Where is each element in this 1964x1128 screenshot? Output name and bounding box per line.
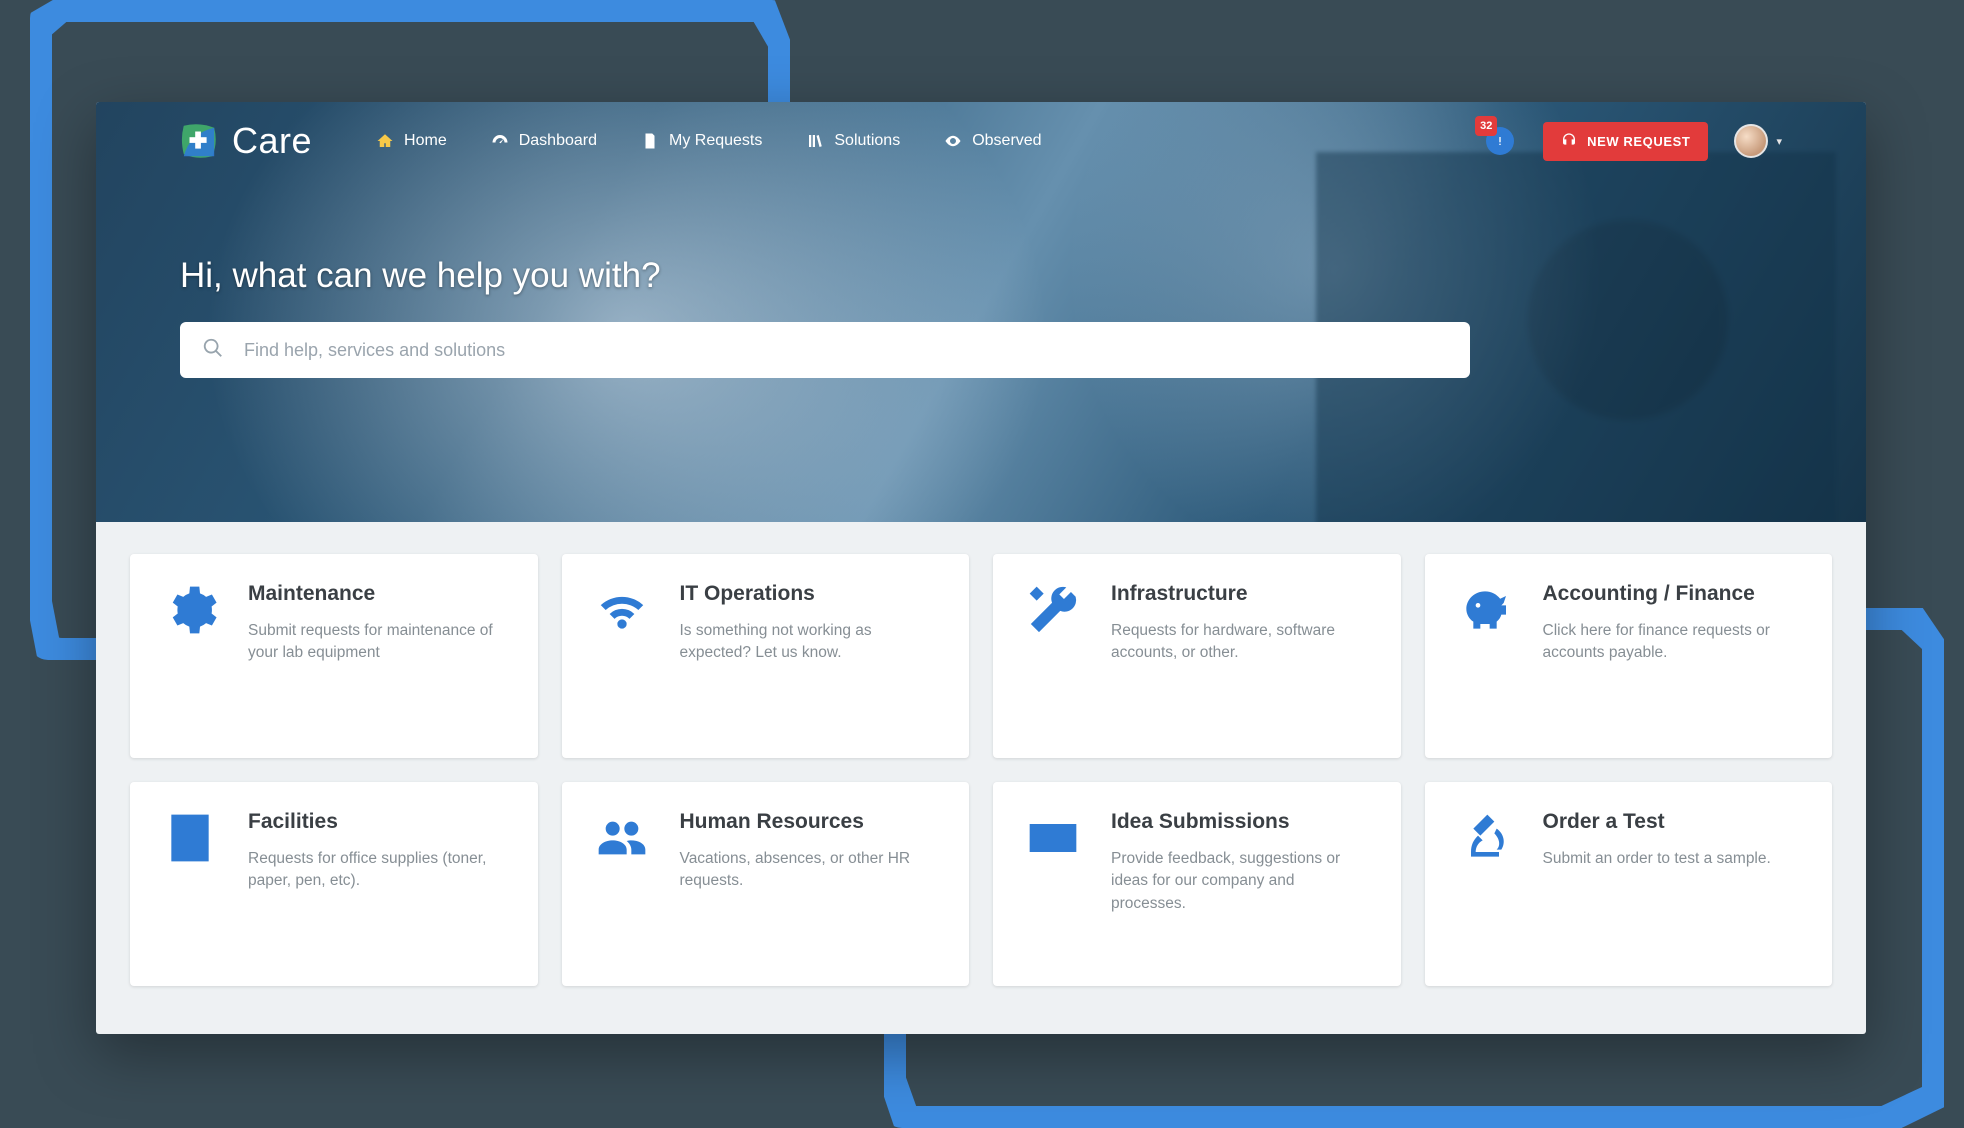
card-it-operations[interactable]: IT Operations Is something not working a… — [562, 554, 970, 758]
card-accounting-finance[interactable]: Accounting / Finance Click here for fina… — [1425, 554, 1833, 758]
library-icon — [806, 132, 824, 150]
building-icon — [158, 810, 222, 870]
brand-logo-icon — [180, 122, 218, 160]
card-title: Infrastructure — [1111, 582, 1373, 606]
notifications-button[interactable]: 32 — [1483, 124, 1517, 158]
top-nav: Care Home Dashboard My Requests — [180, 102, 1782, 180]
wifi-icon — [590, 582, 654, 642]
category-grid: Maintenance Submit requests for maintena… — [96, 522, 1866, 1018]
microscope-icon — [1453, 810, 1517, 870]
brand[interactable]: Care — [180, 120, 312, 162]
card-desc: Submit an order to test a sample. — [1543, 848, 1771, 870]
document-icon — [641, 132, 659, 150]
nav-label: My Requests — [669, 132, 762, 150]
nav-dashboard[interactable]: Dashboard — [491, 132, 597, 150]
gauge-icon — [491, 132, 509, 150]
nav-home[interactable]: Home — [376, 132, 447, 150]
eye-icon — [944, 132, 962, 150]
card-desc: Requests for office supplies (toner, pap… — [248, 848, 510, 893]
tools-icon — [1021, 582, 1085, 642]
card-order-a-test[interactable]: Order a Test Submit an order to test a s… — [1425, 782, 1833, 986]
notifications-badge: 32 — [1475, 116, 1497, 136]
card-title: Facilities — [248, 810, 510, 834]
card-title: Maintenance — [248, 582, 510, 606]
nav-my-requests[interactable]: My Requests — [641, 132, 762, 150]
nav-label: Solutions — [834, 132, 900, 150]
card-desc: Submit requests for maintenance of your … — [248, 620, 510, 665]
users-icon — [590, 810, 654, 870]
app-window: Care Home Dashboard My Requests — [96, 102, 1866, 1034]
new-request-button[interactable]: NEW REQUEST — [1543, 122, 1708, 161]
user-menu[interactable]: ▾ — [1734, 124, 1782, 158]
nav-solutions[interactable]: Solutions — [806, 132, 900, 150]
chevron-down-icon: ▾ — [1776, 135, 1782, 148]
nav-label: Dashboard — [519, 132, 597, 150]
nav-observed[interactable]: Observed — [944, 132, 1041, 150]
card-desc: Vacations, absences, or other HR request… — [680, 848, 942, 893]
card-desc: Provide feedback, suggestions or ideas f… — [1111, 848, 1373, 915]
headset-icon — [1561, 132, 1577, 151]
card-desc: Is something not working as expected? Le… — [680, 620, 942, 665]
hero-title: Hi, what can we help you with? — [180, 256, 1782, 296]
nav-items: Home Dashboard My Requests Solutions — [376, 132, 1042, 150]
nav-label: Home — [404, 132, 447, 150]
home-icon — [376, 132, 394, 150]
search-bar[interactable] — [180, 322, 1470, 378]
keyboard-icon — [1021, 810, 1085, 870]
card-maintenance[interactable]: Maintenance Submit requests for maintena… — [130, 554, 538, 758]
piggy-icon — [1453, 582, 1517, 642]
card-title: Human Resources — [680, 810, 942, 834]
card-human-resources[interactable]: Human Resources Vacations, absences, or … — [562, 782, 970, 986]
card-title: Idea Submissions — [1111, 810, 1373, 834]
card-title: IT Operations — [680, 582, 942, 606]
card-desc: Click here for finance requests or accou… — [1543, 620, 1805, 665]
search-input[interactable] — [242, 339, 1448, 362]
gear-icon — [158, 582, 222, 642]
nav-label: Observed — [972, 132, 1041, 150]
new-request-label: NEW REQUEST — [1587, 134, 1690, 149]
card-title: Order a Test — [1543, 810, 1771, 834]
avatar — [1734, 124, 1768, 158]
brand-name: Care — [232, 120, 312, 162]
search-icon — [202, 337, 224, 364]
card-title: Accounting / Finance — [1543, 582, 1805, 606]
card-idea-submissions[interactable]: Idea Submissions Provide feedback, sugge… — [993, 782, 1401, 986]
card-desc: Requests for hardware, software accounts… — [1111, 620, 1373, 665]
hero-banner: Care Home Dashboard My Requests — [96, 102, 1866, 522]
card-facilities[interactable]: Facilities Requests for office supplies … — [130, 782, 538, 986]
nav-right-cluster: 32 NEW REQUEST ▾ — [1483, 122, 1782, 161]
card-infrastructure[interactable]: Infrastructure Requests for hardware, so… — [993, 554, 1401, 758]
